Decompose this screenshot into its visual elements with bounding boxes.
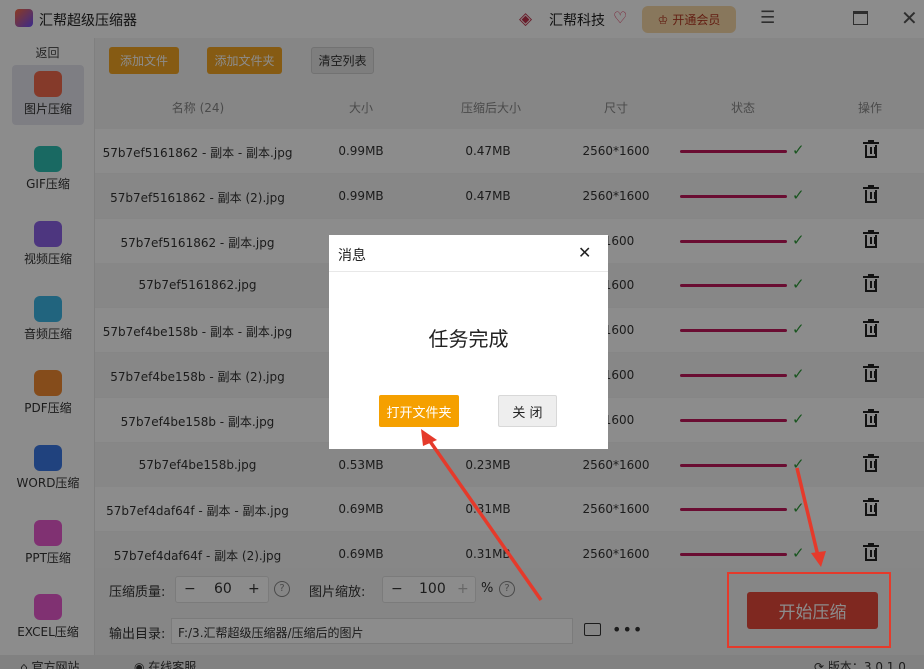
- annotation-arrows: [421, 429, 826, 602]
- annotation-arrow-line: [425, 435, 543, 602]
- annotation-arrow-line-2: [795, 467, 820, 557]
- annotation-arrowhead-2: [811, 551, 826, 567]
- annotation-arrowhead: [421, 429, 437, 446]
